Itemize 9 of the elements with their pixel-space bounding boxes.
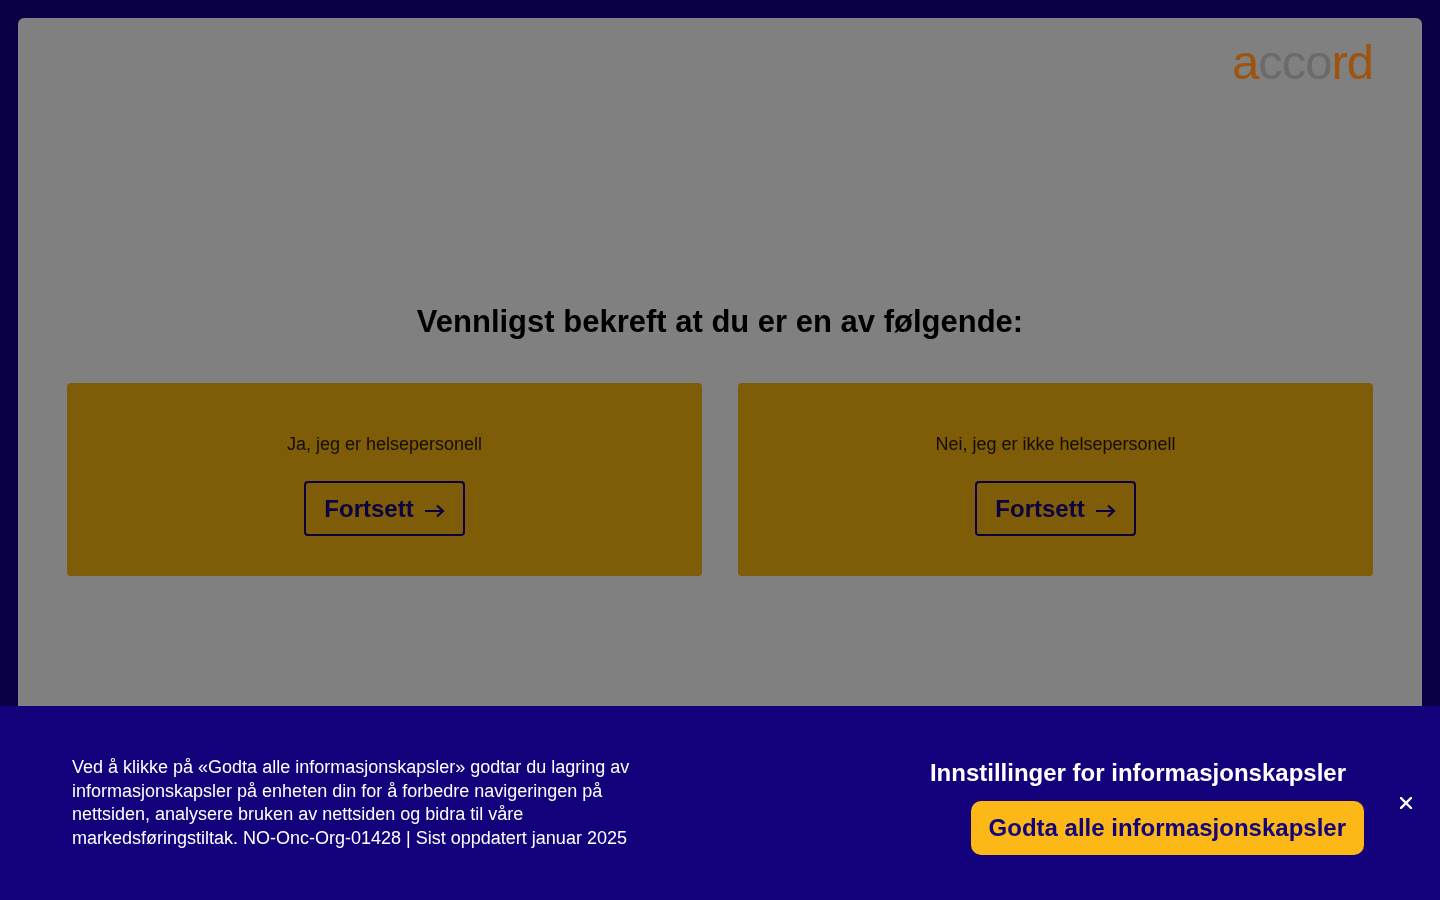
option-label: Nei, jeg er ikke helsepersonell bbox=[934, 433, 1177, 456]
arrow-right-icon bbox=[423, 504, 445, 519]
option-label: Ja, jeg er helsepersonell bbox=[285, 433, 484, 456]
accept-all-cookies-button[interactable]: Godta alle informasjonskapsler bbox=[970, 800, 1364, 855]
cookie-settings-link[interactable]: Innstillinger for informasjonskapsler bbox=[929, 757, 1346, 788]
cookie-notice-text: Ved å klikke på «Godta alle informasjonskapsler» godtar du lagring av informasjonskapsler på enheten din for å forbedre navigeringen på nettsiden, analysere bruken av nettsiden og bidra til våre markedsføringstiltak. NO-Onc-Org-01428 | Sist oppdatert januar 2025 bbox=[72, 756, 631, 850]
close-icon bbox=[1400, 797, 1412, 809]
page-heading: Vennligst bekreft at du er en av følgende: bbox=[415, 303, 1025, 341]
arrow-right-icon bbox=[1094, 504, 1116, 519]
